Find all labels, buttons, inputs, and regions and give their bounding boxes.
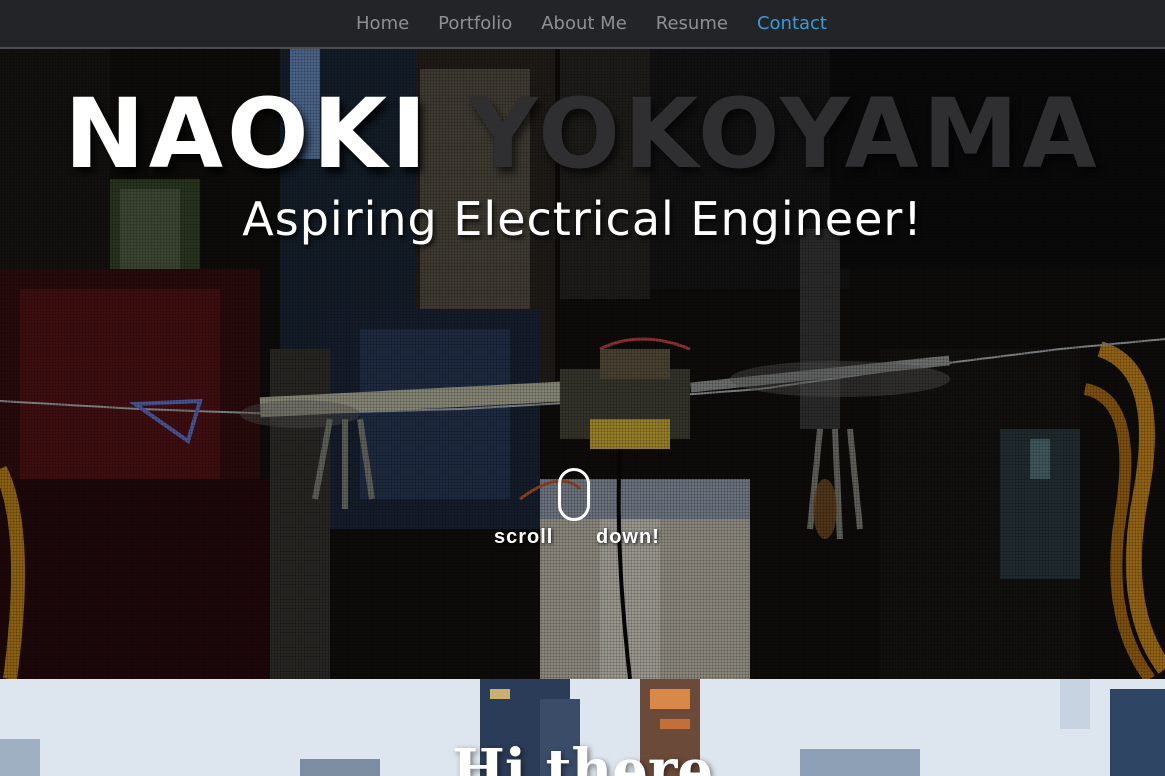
intro-heading: Hi there (451, 737, 714, 776)
hero-last-name: YOKOYAMA (468, 78, 1101, 190)
nav-resume-link[interactable]: Resume (656, 13, 728, 34)
nav-menu: Home Portfolio About Me Resume Contact (356, 13, 827, 34)
nav-portfolio-link[interactable]: Portfolio (438, 13, 512, 34)
nav-about-me-link[interactable]: About Me (541, 13, 627, 34)
nav-contact-link[interactable]: Contact (757, 13, 827, 34)
scroll-label-right: down! (596, 526, 660, 548)
intro-section: Hi there (0, 679, 1165, 776)
hero-name-heading: NAOKI YOKOYAMA (0, 79, 1165, 189)
top-navigation-bar: Home Portfolio About Me Resume Contact (0, 0, 1165, 49)
scroll-down-mouse-icon[interactable] (558, 468, 590, 521)
hero-first-name: NAOKI (64, 78, 431, 190)
hero-section: NAOKI YOKOYAMA Aspiring Electrical Engin… (0, 49, 1165, 679)
scroll-label-left: scroll (494, 526, 554, 548)
nav-home-link[interactable]: Home (356, 13, 409, 34)
hero-subtitle: Aspiring Electrical Engineer! (242, 192, 923, 246)
